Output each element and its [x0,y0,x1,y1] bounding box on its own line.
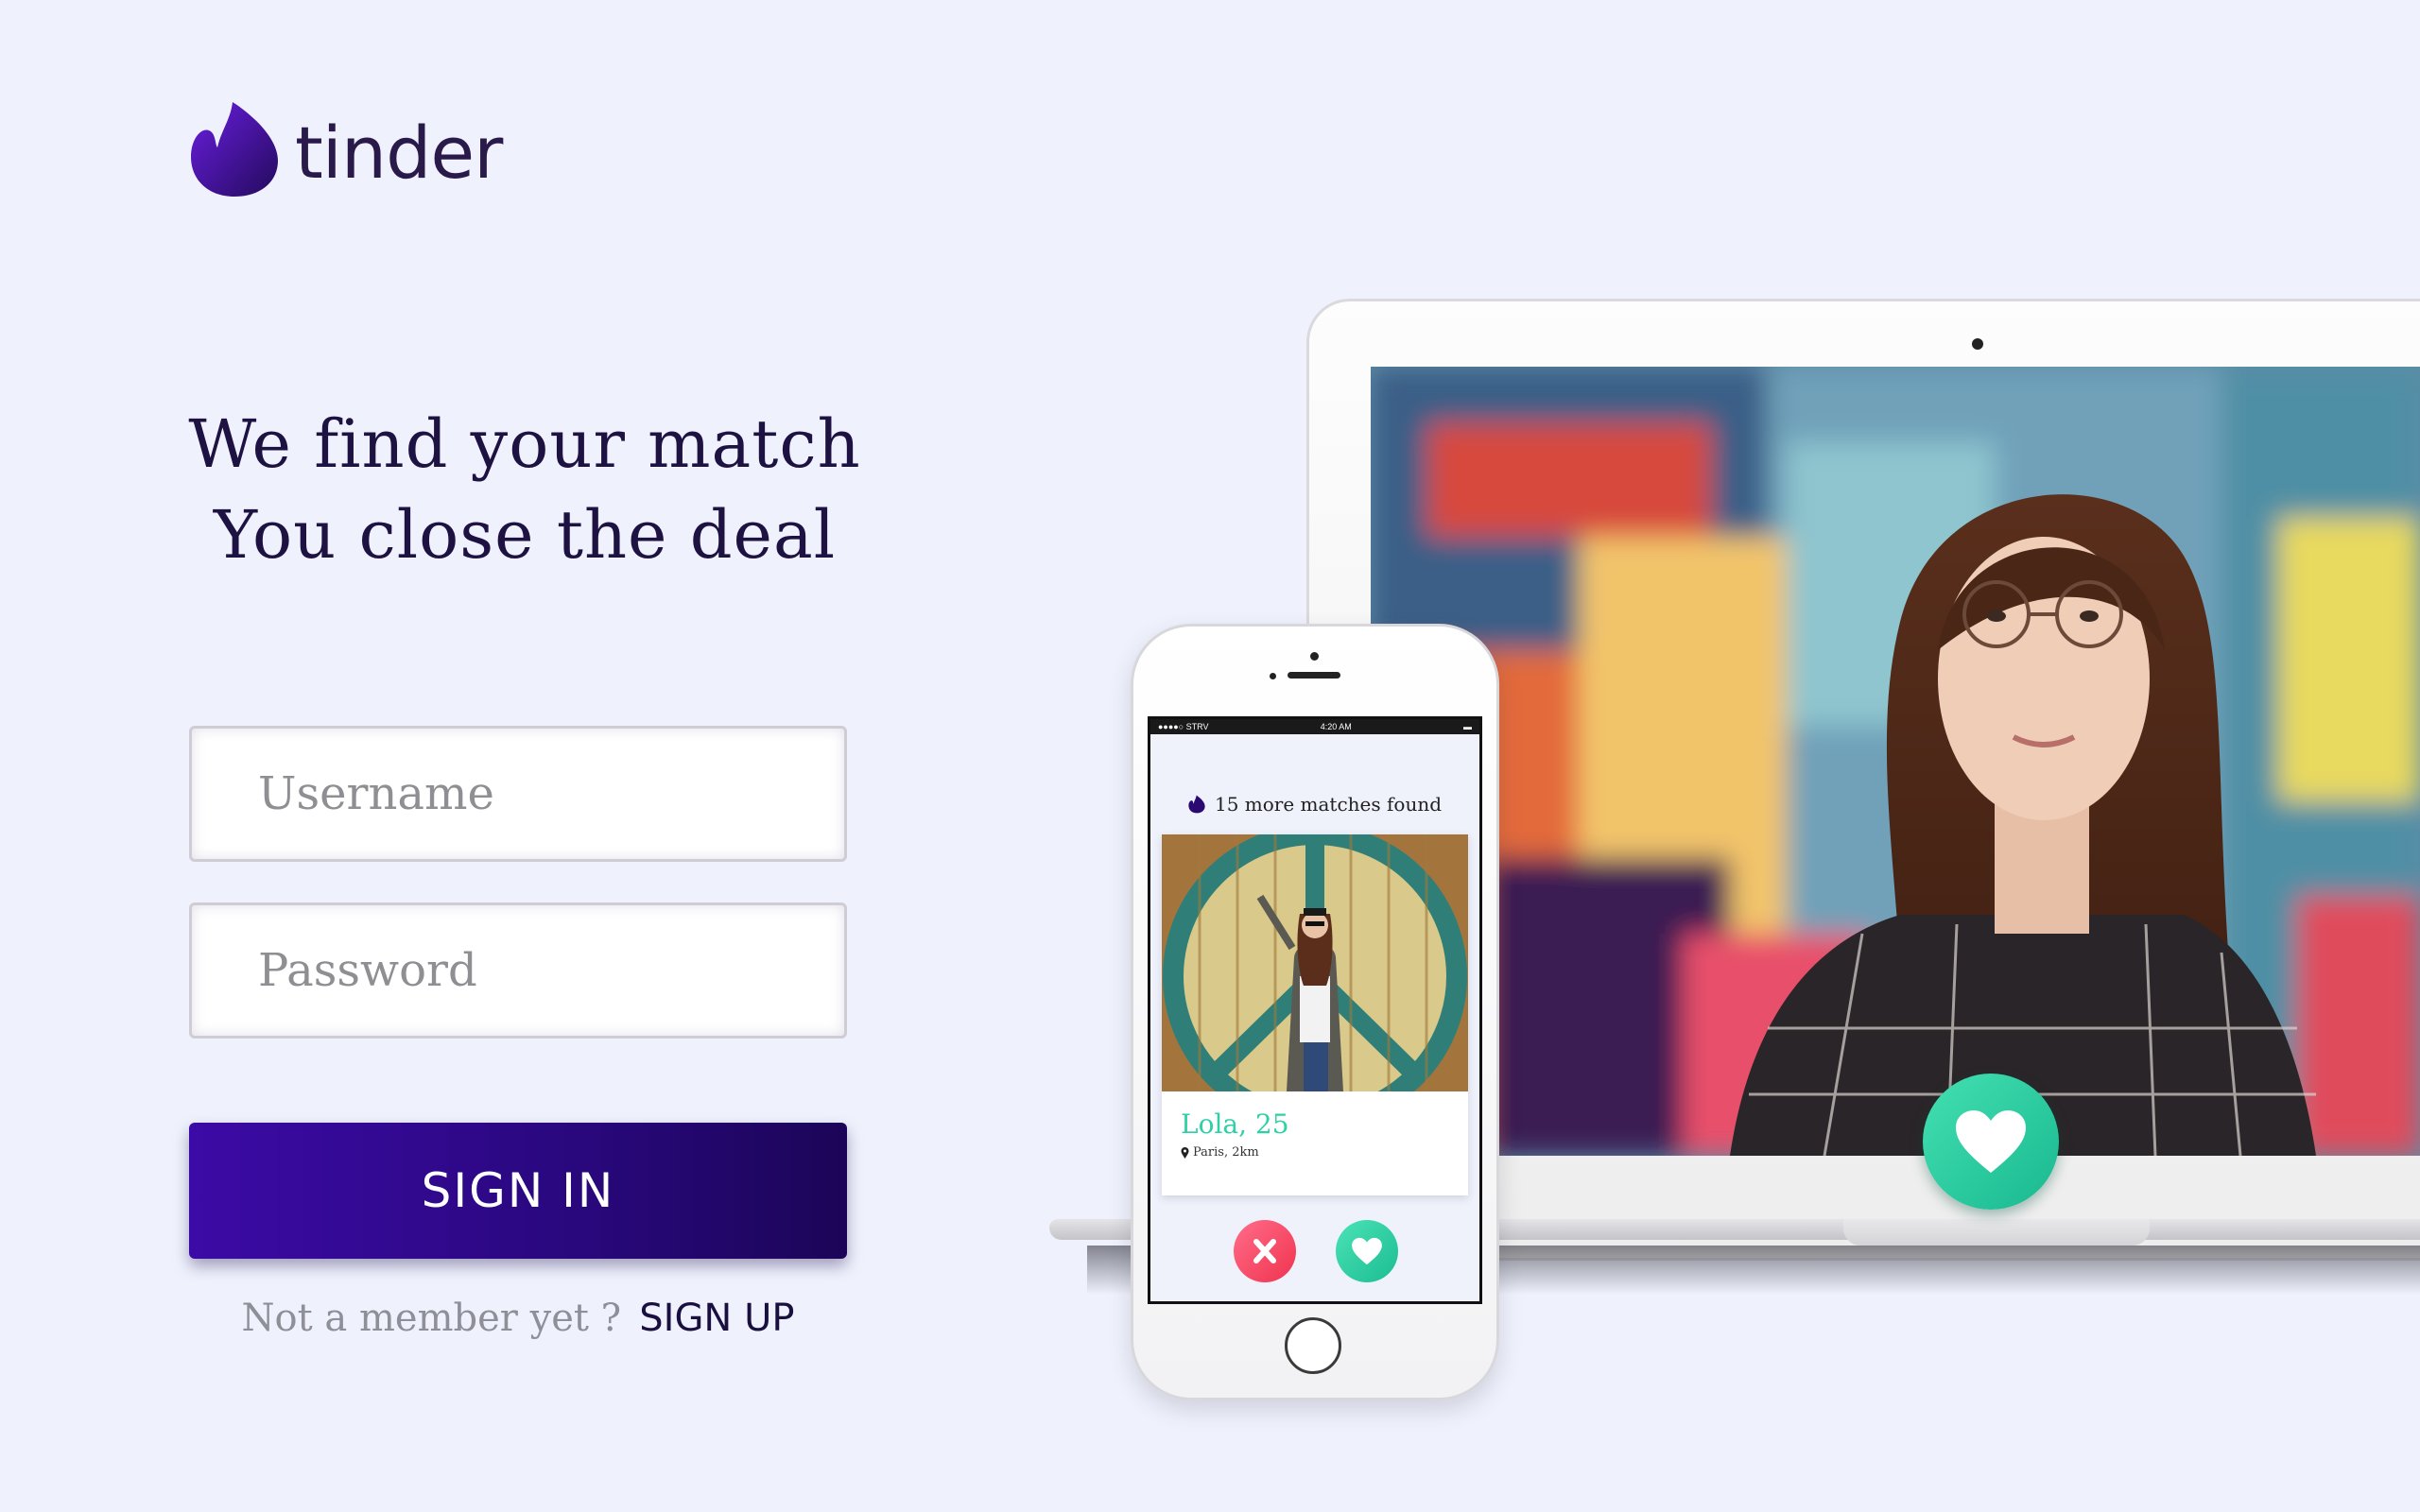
brand-name: tinder [295,110,503,195]
profile-card[interactable]: Lola, 25 Paris, 2km [1162,834,1468,1195]
sign-up-link[interactable]: SIGN UP [639,1297,794,1340]
laptop-screen-photo [1371,367,2420,1156]
profile-photo [1162,834,1468,1091]
flame-icon [1188,795,1205,814]
headline-line-2: You close the deal [213,496,837,574]
close-icon [1253,1239,1276,1263]
signup-row: Not a member yet ? SIGN UP [189,1297,847,1340]
profile-name: Lola, 25 [1181,1108,1289,1140]
matches-text: 15 more matches found [1214,793,1443,816]
phone-status-bar: ●●●●○ STRV 4:20 AM ▬ [1150,719,1479,734]
username-input[interactable] [189,726,847,862]
phone-speaker [1288,672,1340,679]
profile-location-text: Paris, 2km [1193,1145,1259,1160]
headline-line-1: We find your match [188,405,861,483]
pin-icon [1181,1146,1189,1159]
status-time: 4:20 AM [1320,722,1352,731]
nope-button[interactable] [1234,1220,1296,1282]
phone-home-button [1285,1317,1341,1374]
like-button[interactable] [1336,1220,1398,1282]
heart-icon [1352,1237,1382,1265]
battery-icon: ▬ [1463,722,1472,731]
heart-icon [1956,1110,2026,1173]
password-input[interactable] [189,902,847,1039]
matches-banner: 15 more matches found [1150,793,1479,816]
phone-camera [1310,652,1319,661]
profile-location: Paris, 2km [1181,1145,1468,1160]
laptop-camera [1972,338,1983,350]
signup-prompt: Not a member yet ? [241,1297,622,1340]
brand-logo: tinder [189,98,503,200]
laptop-notch [1843,1219,2150,1246]
hero-headline: We find your match You close the deal [151,399,898,580]
flame-icon [191,102,278,197]
phone-sensor [1270,673,1276,679]
laptop-like-button[interactable] [1923,1074,2059,1210]
status-carrier: ●●●●○ STRV [1158,722,1209,731]
sign-in-button[interactable]: SIGN IN [189,1123,847,1259]
phone-screen: ●●●●○ STRV 4:20 AM ▬ 15 more matches fou… [1148,716,1482,1304]
